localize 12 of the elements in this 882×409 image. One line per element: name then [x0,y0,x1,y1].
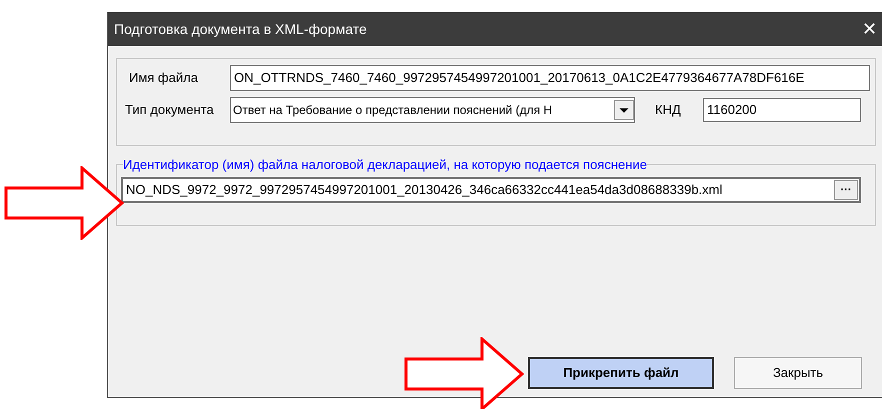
browse-button[interactable]: ··· [834,180,858,200]
window-title: Подготовка документа в XML-формате [114,20,367,39]
attach-file-button[interactable]: Прикрепить файл [528,357,714,389]
knd-field[interactable]: 1160200 [703,98,861,122]
file-name-label: Имя файла [128,69,199,88]
knd-label: КНД [655,101,682,120]
close-dialog-button[interactable]: Закрыть [734,357,862,389]
close-button[interactable]: ✕ [862,14,882,44]
doc-type-dropdown[interactable]: Ответ на Требование о представлении пояснений (для Н [230,97,635,123]
doc-type-label: Тип документа [125,101,215,120]
declaration-file-field[interactable]: NO_NDS_9972_9972_9972957454997201001_20130426_346ca66332cc441ea54da3d08688339b.xml ··· [121,177,861,203]
file-name-field[interactable]: ON_OTTRNDS_7460_7460_9972957454997201001_20170613_0A1C2E4779364677A78DF616E [230,65,870,91]
